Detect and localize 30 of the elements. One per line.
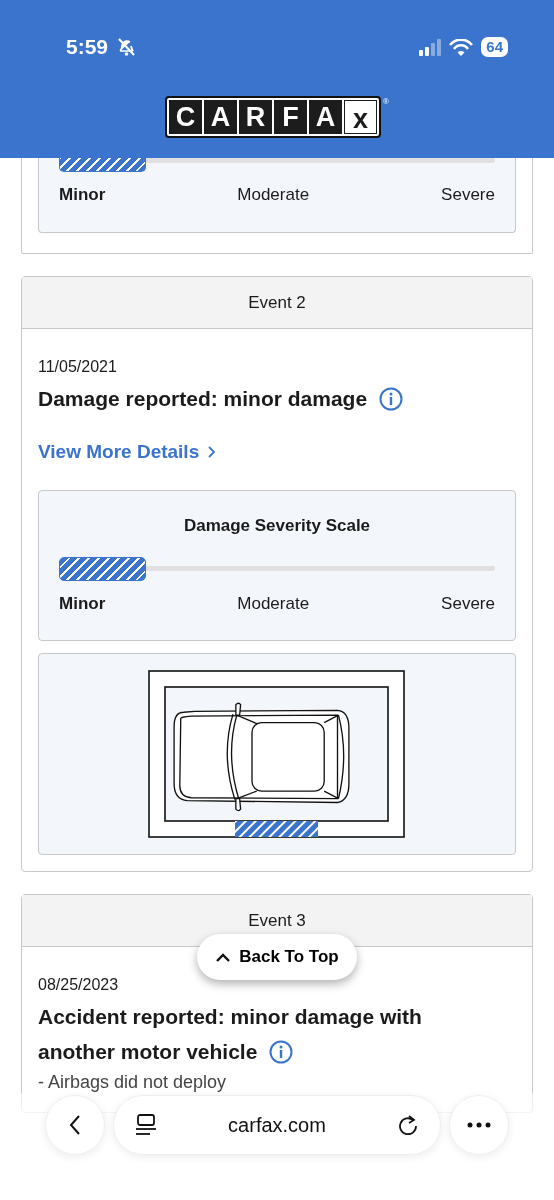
battery-indicator: 64 <box>481 37 508 57</box>
event-title: Damage reported: minor damage <box>38 380 448 416</box>
scale-label: Minor <box>59 184 106 206</box>
event-note: - Airbags did not deploy <box>38 1071 228 1094</box>
scale-title: Damage Severity Scale <box>182 515 372 537</box>
event-title: Accident reported: minor damage with another motor vehicle <box>38 999 448 1069</box>
registered-mark: ® <box>383 96 389 108</box>
chevron-right-icon <box>207 445 217 458</box>
view-details-link[interactable]: View More Details <box>38 437 217 466</box>
address-bar[interactable]: carfax.com <box>113 1095 441 1155</box>
wifi-icon <box>449 38 474 56</box>
scale-label: Severe <box>441 592 495 615</box>
carfax-logo: C A R F A x <box>165 96 382 138</box>
tabs-icon[interactable] <box>136 1114 156 1136</box>
scale-label: Minor <box>59 592 106 615</box>
scale-label: Severe <box>441 184 495 206</box>
signal-icon <box>419 38 442 56</box>
back-to-top-button[interactable]: Back To Top <box>197 934 357 980</box>
event-date: 08/25/2023 <box>38 975 119 995</box>
event-header: Event 3 <box>22 895 532 947</box>
status-time: 5:59 <box>66 34 109 61</box>
reload-icon[interactable] <box>398 1115 418 1135</box>
chevron-left-icon <box>68 1114 82 1136</box>
event-date: 11/05/2021 <box>38 356 117 377</box>
scale-label: Moderate <box>237 184 310 206</box>
url-text: carfax.com <box>228 1113 326 1138</box>
event-header: Event 2 <box>22 276 532 329</box>
scale-label: Moderate <box>237 592 310 615</box>
more-icon <box>467 1122 491 1128</box>
info-icon[interactable] <box>378 386 405 413</box>
